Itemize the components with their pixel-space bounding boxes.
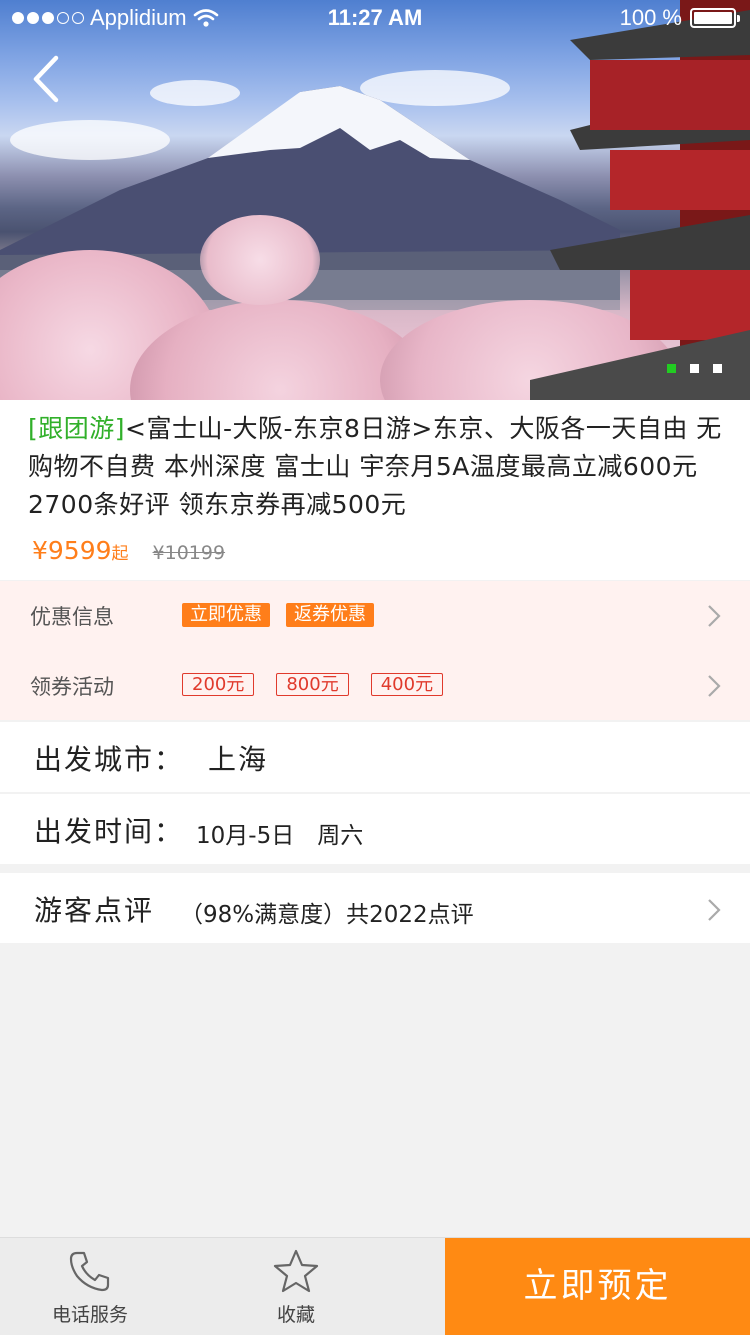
coupon-chips: 200元 800元 400元 (182, 673, 444, 696)
battery-icon (690, 8, 740, 28)
product-title-text: <富士山-大阪-东京8日游>东京、大阪各一天自由 无购物不自费 本州深度 富士山… (28, 414, 722, 519)
tour-type-tag: [跟团游] (28, 414, 126, 443)
coupon-chip[interactable]: 800元 (276, 673, 349, 696)
pager-dot-active[interactable] (667, 364, 676, 373)
departure-time-value: 10月-5日 周六 (196, 823, 364, 849)
price-suffix: 起 (111, 544, 129, 564)
departure-city-label: 出发城市： (34, 743, 185, 776)
price-value: ¥9599 (32, 536, 112, 565)
status-right: 100 % (619, 5, 740, 31)
pager-dot[interactable] (690, 364, 699, 373)
product-title: [跟团游]<富士山-大阪-东京8日游>东京、大阪各一天自由 无购物不自费 本州深… (28, 410, 728, 524)
chevron-right-icon (708, 899, 721, 921)
departure-time-label: 出发时间： (34, 815, 185, 848)
cherry-blossom (200, 215, 320, 305)
departure-city-value: 上海 (208, 743, 269, 776)
favorite-button[interactable]: 收藏 (206, 1238, 386, 1335)
chevron-right-icon (708, 675, 721, 697)
discount-info-row[interactable]: 优惠信息 立即优惠 返券优惠 (0, 581, 750, 651)
favorite-label: 收藏 (276, 1304, 315, 1326)
chevron-right-icon (708, 605, 721, 627)
coupon-chip[interactable]: 200元 (182, 673, 255, 696)
book-now-button[interactable]: 立即预定 (445, 1238, 750, 1335)
coupon-activity-label: 领券活动 (30, 675, 114, 699)
discount-chip: 立即优惠 (182, 603, 270, 627)
phone-icon (69, 1251, 110, 1292)
phone-service-button[interactable]: 电话服务 (0, 1238, 180, 1335)
coupon-activity-row[interactable]: 领券活动 200元 800元 400元 (0, 651, 750, 721)
reviews-row[interactable]: 游客点评 （98%满意度）共2022点评 (0, 873, 750, 943)
product-info: [跟团游]<富士山-大阪-东京8日游>东京、大阪各一天自由 无购物不自费 本州深… (0, 400, 750, 580)
current-price: ¥9599起 (32, 536, 129, 565)
discount-info-label: 优惠信息 (30, 605, 114, 629)
departure-time-row[interactable]: 出发时间： 10月-5日 周六 (0, 794, 750, 864)
discount-chips: 立即优惠 返券优惠 (182, 603, 374, 627)
status-bar: Applidium 11:27 AM 100 % (0, 0, 750, 38)
back-arrow-icon[interactable] (26, 54, 70, 104)
reviews-summary: （98%满意度）共2022点评 (180, 902, 474, 928)
star-icon (273, 1249, 319, 1293)
original-price: ¥10199 (152, 542, 226, 564)
coupon-chip[interactable]: 400元 (370, 673, 444, 696)
offers-section: 优惠信息 立即优惠 返券优惠 领券活动 200元 800元 400元 (0, 581, 750, 720)
hero-banner[interactable] (0, 0, 750, 400)
bottom-action-bar: 电话服务 收藏 立即预定 (0, 1237, 750, 1335)
price-row: ¥9599起 ¥10199 (32, 536, 225, 565)
pagoda-illustration (530, 0, 750, 400)
battery-percent: 100 % (619, 5, 682, 30)
pager-dot[interactable] (713, 364, 722, 373)
discount-chip: 返券优惠 (286, 603, 374, 627)
reviews-label: 游客点评 (34, 894, 155, 927)
departure-city-row[interactable]: 出发城市： 上海 (0, 722, 750, 792)
carousel-pager[interactable] (667, 364, 722, 373)
phone-service-label: 电话服务 (51, 1304, 128, 1326)
